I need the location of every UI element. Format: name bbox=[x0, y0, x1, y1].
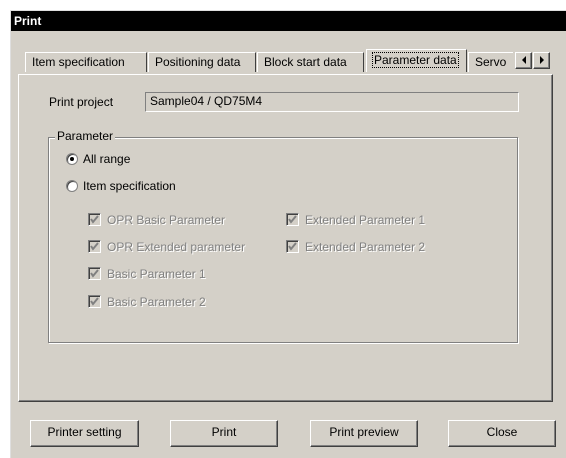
check-icon bbox=[90, 297, 99, 306]
print-project-label: Print project bbox=[49, 95, 114, 109]
radio-selected-dot bbox=[70, 157, 74, 161]
print-preview-button[interactable]: Print preview bbox=[310, 420, 418, 447]
print-button[interactable]: Print bbox=[170, 420, 278, 447]
checkbox-extended-parameter-1[interactable] bbox=[286, 213, 299, 226]
tab-scroll-right-button[interactable] bbox=[533, 52, 550, 69]
tab-positioning-data[interactable]: Positioning data bbox=[148, 52, 256, 72]
checkbox-opr-extended-parameter-label: OPR Extended parameter bbox=[107, 240, 246, 254]
checkbox-basic-parameter-2[interactable] bbox=[88, 295, 101, 308]
dialog-title: Print bbox=[11, 11, 566, 31]
check-icon bbox=[90, 242, 99, 251]
checkbox-opr-basic-parameter-label: OPR Basic Parameter bbox=[107, 213, 226, 227]
checkbox-extended-parameter-2-label: Extended Parameter 2 bbox=[305, 240, 426, 254]
radio-all-range-label[interactable]: All range bbox=[83, 152, 130, 166]
checkbox-extended-parameter-1-label: Extended Parameter 1 bbox=[305, 213, 426, 227]
arrow-left-icon bbox=[521, 56, 526, 64]
tab-label: Item specification bbox=[32, 55, 125, 69]
print-project-field: Sample04 / QD75M4 bbox=[145, 92, 519, 112]
printer-setting-button[interactable]: Printer setting bbox=[30, 420, 139, 447]
radio-all-range[interactable] bbox=[66, 153, 78, 165]
arrow-right-icon bbox=[539, 56, 544, 64]
radio-item-specification[interactable] bbox=[66, 180, 78, 192]
checkbox-basic-parameter-1-label: Basic Parameter 1 bbox=[107, 267, 206, 281]
close-button[interactable]: Close bbox=[448, 420, 556, 447]
tab-scroll-left-button[interactable] bbox=[515, 52, 532, 69]
tab-parameter-data[interactable]: Parameter data bbox=[366, 49, 467, 72]
checkbox-basic-parameter-2-label: Basic Parameter 2 bbox=[107, 295, 206, 309]
tab-servo[interactable]: Servo bbox=[468, 52, 513, 72]
tab-label: Positioning data bbox=[155, 55, 241, 69]
check-icon bbox=[288, 215, 297, 224]
parameter-group-title: Parameter bbox=[55, 129, 116, 143]
check-icon bbox=[288, 242, 297, 251]
checkbox-basic-parameter-1[interactable] bbox=[88, 267, 101, 280]
checkbox-opr-extended-parameter[interactable] bbox=[88, 240, 101, 253]
check-icon bbox=[90, 215, 99, 224]
print-dialog: Print Item specification Positioning dat… bbox=[10, 10, 566, 458]
tab-label: Block start data bbox=[264, 55, 347, 69]
checkbox-extended-parameter-2[interactable] bbox=[286, 240, 299, 253]
checkbox-opr-basic-parameter[interactable] bbox=[88, 213, 101, 226]
tab-label: Parameter data bbox=[372, 52, 459, 68]
check-icon bbox=[90, 269, 99, 278]
tab-item-specification[interactable]: Item specification bbox=[25, 52, 147, 72]
tab-label: Servo bbox=[475, 55, 507, 69]
tab-block-start-data[interactable]: Block start data bbox=[257, 52, 364, 72]
radio-item-specification-label[interactable]: Item specification bbox=[83, 179, 176, 193]
